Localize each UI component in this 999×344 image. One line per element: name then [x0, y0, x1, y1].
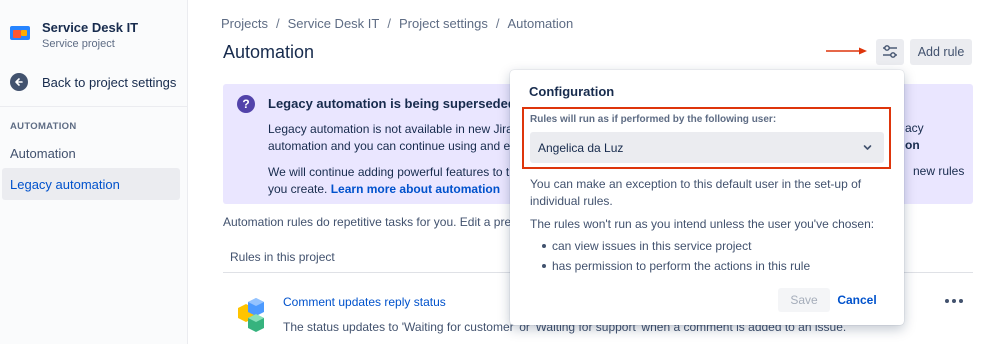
project-type: Service project [42, 38, 115, 50]
back-to-project-settings-link[interactable]: Back to project settings [10, 70, 176, 94]
question-icon: ? [237, 95, 255, 113]
sliders-icon [883, 45, 897, 58]
breadcrumb-project-settings[interactable]: Project settings [399, 16, 488, 31]
sidebar-item-legacy-automation[interactable]: Legacy automation [2, 168, 180, 200]
rule-name-link[interactable]: Comment updates reply status [283, 295, 446, 309]
project-header[interactable]: Service Desk IT Service project [10, 20, 138, 52]
ellipsis-dot [945, 299, 949, 303]
breadcrumb-separator: / [387, 16, 391, 31]
sidebar-item-label: Legacy automation [10, 176, 120, 192]
automation-cube-icon [238, 298, 264, 332]
sidebar-divider [0, 106, 187, 107]
rules-heading: Rules in this project [230, 250, 335, 264]
banner-title: Legacy automation is being superseded l [268, 96, 524, 111]
run-as-user-label: Rules will run as if performed by the fo… [530, 114, 777, 125]
project-logo-icon [10, 24, 30, 44]
chevron-down-icon [863, 145, 872, 150]
annotation-arrow-icon [826, 47, 867, 55]
ellipsis-dot [952, 299, 956, 303]
banner-text-line: We will continue adding powerful feature… [268, 165, 516, 179]
arrow-left-icon [10, 73, 28, 91]
sidebar: Service Desk IT Service project Back to … [0, 0, 188, 344]
cancel-button[interactable]: Cancel [836, 288, 878, 312]
banner-link-fragment[interactable]: on [905, 138, 920, 152]
page-title: Automation [223, 42, 315, 62]
sidebar-item-label: Automation [10, 145, 76, 161]
banner-text-line: automation and you can continue using an… [268, 139, 520, 153]
requirement-bullet: can view issues in this service project [552, 239, 752, 253]
requirement-bullet: has permission to perform the actions in… [552, 259, 811, 273]
banner-text-prefix: you create. [268, 182, 328, 196]
section-heading-automation: AUTOMATION [10, 121, 77, 132]
sidebar-item-automation[interactable]: Automation [2, 137, 180, 169]
breadcrumb: Projects / Service Desk IT / Project set… [221, 16, 573, 31]
project-name: Service Desk IT [42, 20, 139, 35]
add-rule-button[interactable]: Add rule [910, 39, 972, 65]
exception-text: individual rules. [530, 194, 613, 208]
popup-title: Configuration [529, 84, 615, 99]
back-link-label: Back to project settings [42, 74, 177, 90]
breadcrumb-separator: / [275, 16, 280, 31]
ellipsis-dot [959, 299, 963, 303]
banner-text-line: Legacy automation is not available in ne… [268, 122, 525, 136]
breadcrumb-service-desk-it[interactable]: Service Desk IT [288, 16, 380, 31]
exception-text: You can make an exception to this defaul… [530, 177, 862, 191]
banner-text-line: you create. Learn more about automation [268, 181, 500, 198]
automation-settings-button[interactable] [876, 39, 904, 65]
run-as-user-select[interactable]: Angelica da Luz [530, 132, 884, 163]
learn-more-link[interactable]: Learn more about automation [331, 182, 500, 196]
automation-description: Automation rules do repetitive tasks for… [223, 215, 522, 229]
breadcrumb-separator: / [495, 16, 500, 31]
warning-text: The rules won't run as you intend unless… [530, 217, 875, 231]
banner-text-fragment: acy [905, 121, 924, 135]
breadcrumb-automation[interactable]: Automation [507, 16, 573, 31]
configuration-popup: Configuration Rules will run as if perfo… [510, 70, 904, 325]
save-button[interactable]: Save [778, 288, 830, 312]
selected-user: Angelica da Luz [538, 140, 624, 155]
breadcrumb-projects[interactable]: Projects [221, 16, 268, 31]
banner-text-fragment: new rules [913, 164, 965, 178]
more-actions-button[interactable] [942, 293, 966, 309]
